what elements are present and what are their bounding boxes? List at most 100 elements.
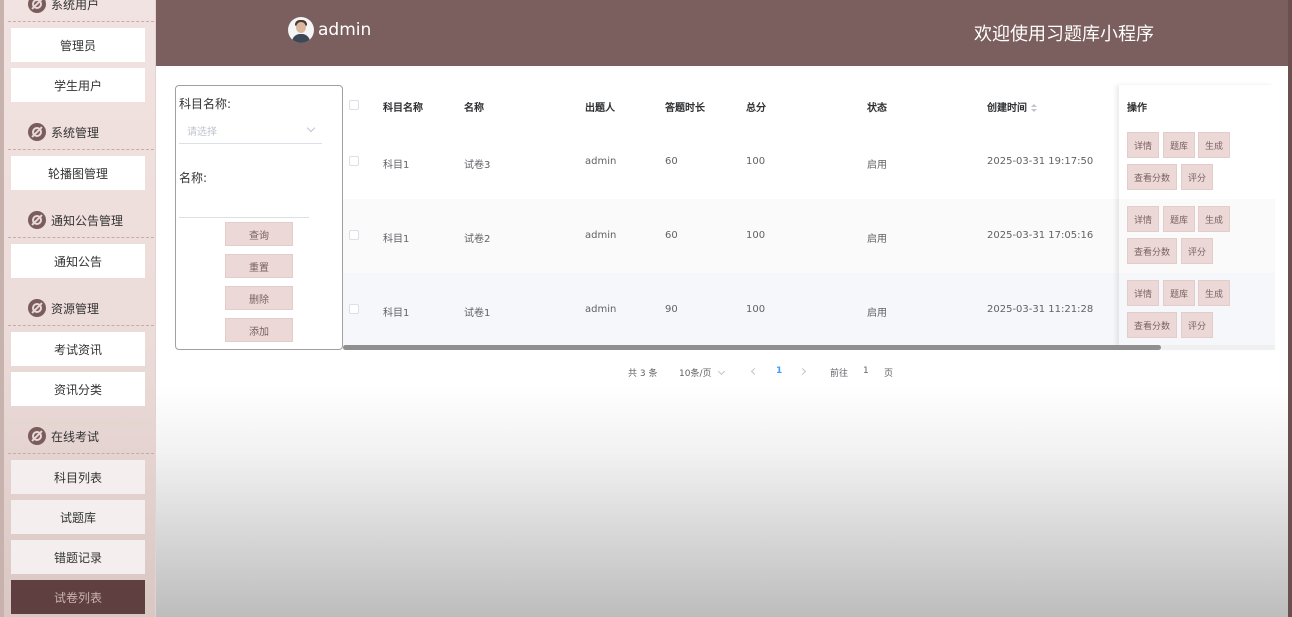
page-size-select[interactable]: 10条/页 bbox=[679, 366, 712, 379]
menu-group-icon bbox=[28, 299, 46, 317]
view-scores-button[interactable]: 查看分数 bbox=[1127, 164, 1177, 190]
sidebar-group-notice[interactable]: 通知公告管理 bbox=[0, 202, 155, 238]
question-bank-button[interactable]: 题库 bbox=[1163, 280, 1195, 306]
subject-select[interactable]: 请选择 bbox=[179, 116, 322, 144]
sidebar-item-students[interactable]: 学生用户 bbox=[11, 68, 145, 102]
cell-status: 启用 bbox=[867, 160, 887, 171]
col-name: 名称 bbox=[464, 103, 484, 114]
generate-button[interactable]: 生成 bbox=[1198, 132, 1230, 158]
scrollbar-thumb[interactable] bbox=[343, 345, 1161, 350]
cell-status: 启用 bbox=[867, 234, 887, 245]
operations-column: 操作 详情 题库 生成 查看分数 评分 详情 题库 生成 查看分数 评分 详情 … bbox=[1119, 85, 1275, 347]
pagination-total: 共 3 条 bbox=[628, 369, 658, 379]
chevron-down-icon bbox=[306, 123, 316, 133]
sidebar-item-exam-news[interactable]: 考试资讯 bbox=[11, 332, 145, 366]
subject-placeholder: 请选择 bbox=[187, 127, 217, 138]
search-panel: 科目名称: 请选择 名称: 查询 重置 删除 添加 bbox=[175, 85, 343, 350]
divider bbox=[8, 149, 154, 150]
username: admin bbox=[318, 20, 372, 40]
cell-subject: 科目1 bbox=[383, 308, 410, 319]
cell-duration: 90 bbox=[665, 304, 678, 315]
cell-subject: 科目1 bbox=[383, 160, 410, 171]
sidebar-group-label: 在线考试 bbox=[51, 429, 100, 444]
divider bbox=[8, 237, 154, 238]
top-header: admin 欢迎使用习题库小程序 bbox=[156, 0, 1292, 66]
detail-button[interactable]: 详情 bbox=[1127, 206, 1159, 232]
sidebar-group-resources[interactable]: 资源管理 bbox=[0, 290, 155, 326]
col-total: 总分 bbox=[746, 103, 766, 114]
page-number[interactable]: 1 bbox=[776, 366, 782, 376]
sidebar-group-online-exam[interactable]: 在线考试 bbox=[0, 418, 155, 454]
generate-button[interactable]: 生成 bbox=[1198, 206, 1230, 232]
row-checkbox[interactable] bbox=[349, 230, 359, 240]
cell-name: 试卷1 bbox=[464, 308, 491, 319]
goto-label: 前往 bbox=[830, 369, 849, 379]
sidebar-group-label: 资源管理 bbox=[51, 301, 100, 316]
divider bbox=[8, 453, 154, 454]
sidebar-group-system[interactable]: 系统管理 bbox=[0, 114, 155, 150]
col-author: 出题人 bbox=[585, 103, 615, 114]
grade-button[interactable]: 评分 bbox=[1181, 164, 1213, 190]
cell-subject: 科目1 bbox=[383, 234, 410, 245]
welcome-title: 欢迎使用习题库小程序 bbox=[974, 24, 1154, 45]
detail-button[interactable]: 详情 bbox=[1127, 280, 1159, 306]
sidebar-item-admin[interactable]: 管理员 bbox=[11, 28, 145, 62]
sidebar-group-label: 系统管理 bbox=[51, 125, 100, 140]
right-edge bbox=[1288, 0, 1292, 617]
sidebar-item-carousel[interactable]: 轮播图管理 bbox=[11, 156, 145, 190]
col-created[interactable]: 创建时间 bbox=[987, 99, 1037, 114]
page-suffix: 页 bbox=[884, 369, 894, 379]
col-created-label: 创建时间 bbox=[987, 103, 1027, 114]
col-subject: 科目名称 bbox=[383, 103, 423, 114]
cell-total: 100 bbox=[746, 156, 766, 167]
sidebar-item-question-bank[interactable]: 试题库 bbox=[11, 500, 145, 534]
reset-button[interactable]: 重置 bbox=[225, 254, 293, 278]
query-button[interactable]: 查询 bbox=[225, 222, 293, 246]
cell-author: admin bbox=[585, 156, 617, 167]
sidebar-group-label: 系统用户 bbox=[51, 0, 100, 12]
col-status: 状态 bbox=[867, 103, 887, 114]
sort-icon[interactable] bbox=[1031, 103, 1037, 113]
cell-total: 100 bbox=[746, 230, 766, 241]
row-checkbox[interactable] bbox=[349, 156, 359, 166]
name-input[interactable] bbox=[179, 194, 309, 218]
menu-group-icon bbox=[28, 0, 46, 13]
goto-input[interactable]: 1 bbox=[863, 366, 869, 376]
grade-button[interactable]: 评分 bbox=[1181, 238, 1213, 264]
sidebar-item-wrong-records[interactable]: 错题记录 bbox=[11, 540, 145, 574]
col-duration: 答题时长 bbox=[665, 103, 705, 114]
view-scores-button[interactable]: 查看分数 bbox=[1127, 238, 1177, 264]
row-checkbox[interactable] bbox=[349, 304, 359, 314]
cell-name: 试卷2 bbox=[464, 234, 491, 245]
delete-button[interactable]: 删除 bbox=[225, 286, 293, 310]
sidebar-item-subjects[interactable]: 科目列表 bbox=[11, 460, 145, 494]
sidebar-item-paper-list[interactable]: 试卷列表 bbox=[11, 580, 145, 614]
question-bank-button[interactable]: 题库 bbox=[1163, 206, 1195, 232]
paper-table: 科目名称 名称 出题人 答题时长 总分 状态 创建时间 科目1 试卷3 admi… bbox=[343, 85, 1275, 347]
divider bbox=[8, 21, 154, 22]
menu-group-icon bbox=[28, 427, 46, 445]
sidebar-group-label: 通知公告管理 bbox=[51, 213, 124, 228]
menu-group-icon bbox=[28, 123, 46, 141]
cell-total: 100 bbox=[746, 304, 766, 315]
select-all-checkbox[interactable] bbox=[349, 100, 359, 110]
sidebar-group-system-users[interactable]: 系统用户 bbox=[0, 0, 155, 22]
cell-duration: 60 bbox=[665, 156, 678, 167]
horizontal-scrollbar[interactable] bbox=[343, 345, 1275, 350]
add-button[interactable]: 添加 bbox=[225, 318, 293, 342]
sidebar: 系统用户 管理员 学生用户 系统管理 轮播图管理 通知公告管理 通知公告 资源管… bbox=[0, 0, 156, 617]
question-bank-button[interactable]: 题库 bbox=[1163, 132, 1195, 158]
col-operations: 操作 bbox=[1127, 103, 1147, 114]
grade-button[interactable]: 评分 bbox=[1181, 312, 1213, 338]
view-scores-button[interactable]: 查看分数 bbox=[1127, 312, 1177, 338]
cell-name: 试卷3 bbox=[464, 160, 491, 171]
cell-created: 2025-03-31 11:21:28 bbox=[987, 304, 1094, 315]
detail-button[interactable]: 详情 bbox=[1127, 132, 1159, 158]
cell-duration: 60 bbox=[665, 230, 678, 241]
sidebar-item-news-category[interactable]: 资讯分类 bbox=[11, 372, 145, 406]
cell-status: 启用 bbox=[867, 308, 887, 319]
cell-author: admin bbox=[585, 230, 617, 241]
avatar[interactable] bbox=[288, 17, 314, 43]
generate-button[interactable]: 生成 bbox=[1198, 280, 1230, 306]
sidebar-item-notices[interactable]: 通知公告 bbox=[11, 244, 145, 278]
